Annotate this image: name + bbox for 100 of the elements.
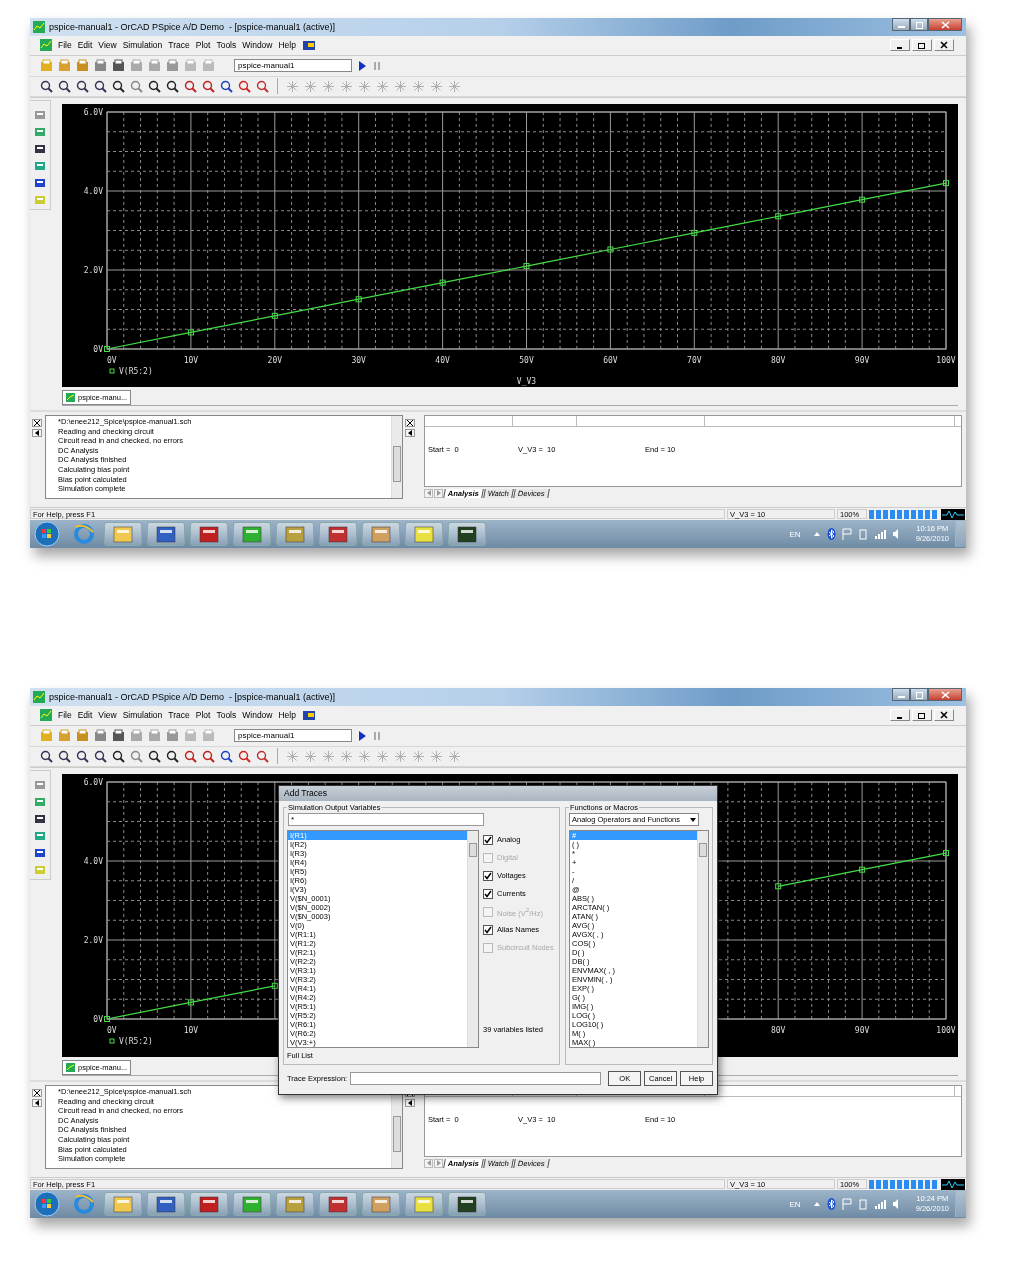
caret-icon[interactable] [812, 1200, 821, 1209]
star-icon[interactable] [322, 80, 335, 93]
menu-item[interactable]: Trace [168, 40, 190, 51]
star-icon[interactable] [394, 80, 407, 93]
browser-icon[interactable] [73, 523, 95, 546]
taskbar-button[interactable] [319, 522, 357, 547]
menu-item[interactable]: Plot [195, 710, 211, 721]
tool-icon[interactable] [34, 143, 46, 156]
zoom-fit-icon[interactable] [94, 80, 107, 93]
star-icon[interactable] [304, 750, 317, 763]
menu-item[interactable]: Window [242, 710, 273, 721]
menu-item[interactable]: Help [278, 40, 296, 51]
menu-item[interactable]: Edit [77, 40, 93, 51]
menu-item[interactable]: File [58, 40, 72, 51]
zoom-area-icon[interactable] [76, 750, 89, 763]
menu-item[interactable]: Help [278, 710, 296, 721]
menu-item[interactable]: View [98, 40, 117, 51]
taskbar-button[interactable] [147, 522, 185, 547]
profile-field[interactable]: pspice-manual1 [234, 59, 352, 73]
close-pane-button[interactable] [32, 419, 42, 427]
dock-button[interactable] [405, 429, 415, 437]
bluetooth-icon[interactable] [826, 1198, 836, 1211]
maximize-button[interactable] [910, 688, 928, 701]
star-icon[interactable] [304, 80, 317, 93]
flag-icon[interactable] [841, 1198, 852, 1211]
star-icon[interactable] [340, 750, 353, 763]
close-pane-button[interactable] [32, 1089, 42, 1097]
star-icon[interactable] [286, 750, 299, 763]
taskbar-button[interactable] [319, 1192, 357, 1217]
star-icon[interactable] [322, 750, 335, 763]
pause-icon[interactable] [372, 729, 382, 742]
scroll-left-button[interactable] [424, 1158, 433, 1168]
checkbox[interactable] [483, 888, 493, 899]
taskbar-button[interactable] [190, 1192, 228, 1217]
scrollbar[interactable] [467, 831, 478, 1047]
menu-item[interactable]: Simulation [122, 710, 163, 721]
zoom-in-icon[interactable] [40, 750, 53, 763]
play-icon[interactable] [357, 729, 367, 742]
start-button[interactable] [34, 521, 60, 548]
zoom-in-icon[interactable] [40, 80, 53, 93]
star-icon[interactable] [376, 750, 389, 763]
dock-button[interactable] [32, 429, 42, 437]
taskbar-button[interactable] [448, 1192, 486, 1217]
menu-item[interactable]: Plot [195, 40, 211, 51]
trace-expression-field[interactable] [350, 1072, 602, 1085]
close-pane-button[interactable] [405, 419, 415, 427]
star-icon[interactable] [412, 750, 425, 763]
scrollbar[interactable] [391, 416, 402, 498]
signal-icon[interactable] [873, 529, 886, 540]
checkbox[interactable] [483, 834, 493, 845]
tool-icon[interactable] [34, 847, 46, 860]
restore-button[interactable] [912, 39, 932, 52]
restore-button[interactable] [912, 709, 932, 722]
star-icon[interactable] [412, 80, 425, 93]
checkbox[interactable] [483, 870, 493, 881]
tool-icon[interactable] [34, 177, 46, 190]
star-icon[interactable] [448, 80, 461, 93]
zoom-fit-icon[interactable] [94, 750, 107, 763]
star-icon[interactable] [376, 80, 389, 93]
start-button[interactable] [34, 1191, 60, 1218]
taskbar-button[interactable] [147, 1192, 185, 1217]
star-icon[interactable] [358, 750, 371, 763]
flag-icon[interactable] [841, 528, 852, 541]
play-icon[interactable] [357, 59, 367, 72]
bluetooth-icon[interactable] [826, 528, 836, 541]
star-icon[interactable] [394, 750, 407, 763]
scroll-right-button[interactable] [434, 1158, 443, 1168]
profile-field[interactable]: pspice-manual1 [234, 729, 352, 743]
menu-item[interactable]: Tools [216, 710, 237, 721]
dock-button[interactable] [32, 1099, 42, 1107]
taskbar-button[interactable] [448, 522, 486, 547]
star-icon[interactable] [358, 80, 371, 93]
zoom-area-icon[interactable] [76, 80, 89, 93]
taskbar-button[interactable] [190, 522, 228, 547]
star-icon[interactable] [286, 80, 299, 93]
menu-item[interactable]: Tools [216, 40, 237, 51]
menu-item[interactable]: Edit [77, 710, 93, 721]
signal-icon[interactable] [873, 1199, 886, 1210]
browser-icon[interactable] [73, 1193, 95, 1216]
help-icon[interactable] [301, 709, 316, 722]
checkbox[interactable] [483, 924, 493, 935]
scroll-left-button[interactable] [424, 488, 433, 498]
scrollbar[interactable] [697, 831, 708, 1047]
show-desktop-button[interactable] [955, 521, 966, 548]
menu-item[interactable]: Window [242, 40, 273, 51]
menu-item[interactable]: Trace [168, 710, 190, 721]
pause-icon[interactable] [372, 59, 382, 72]
help-icon[interactable] [301, 39, 316, 52]
menu-item[interactable]: File [58, 710, 72, 721]
star-icon[interactable] [430, 80, 443, 93]
star-icon[interactable] [430, 750, 443, 763]
dock-button[interactable] [405, 1099, 415, 1107]
menu-item[interactable]: Simulation [122, 40, 163, 51]
show-desktop-button[interactable] [955, 1191, 966, 1218]
zoom-out-icon[interactable] [58, 80, 71, 93]
star-icon[interactable] [448, 750, 461, 763]
scroll-right-button[interactable] [434, 488, 443, 498]
star-icon[interactable] [340, 80, 353, 93]
zoom-out-icon[interactable] [58, 750, 71, 763]
maximize-button[interactable] [910, 18, 928, 31]
